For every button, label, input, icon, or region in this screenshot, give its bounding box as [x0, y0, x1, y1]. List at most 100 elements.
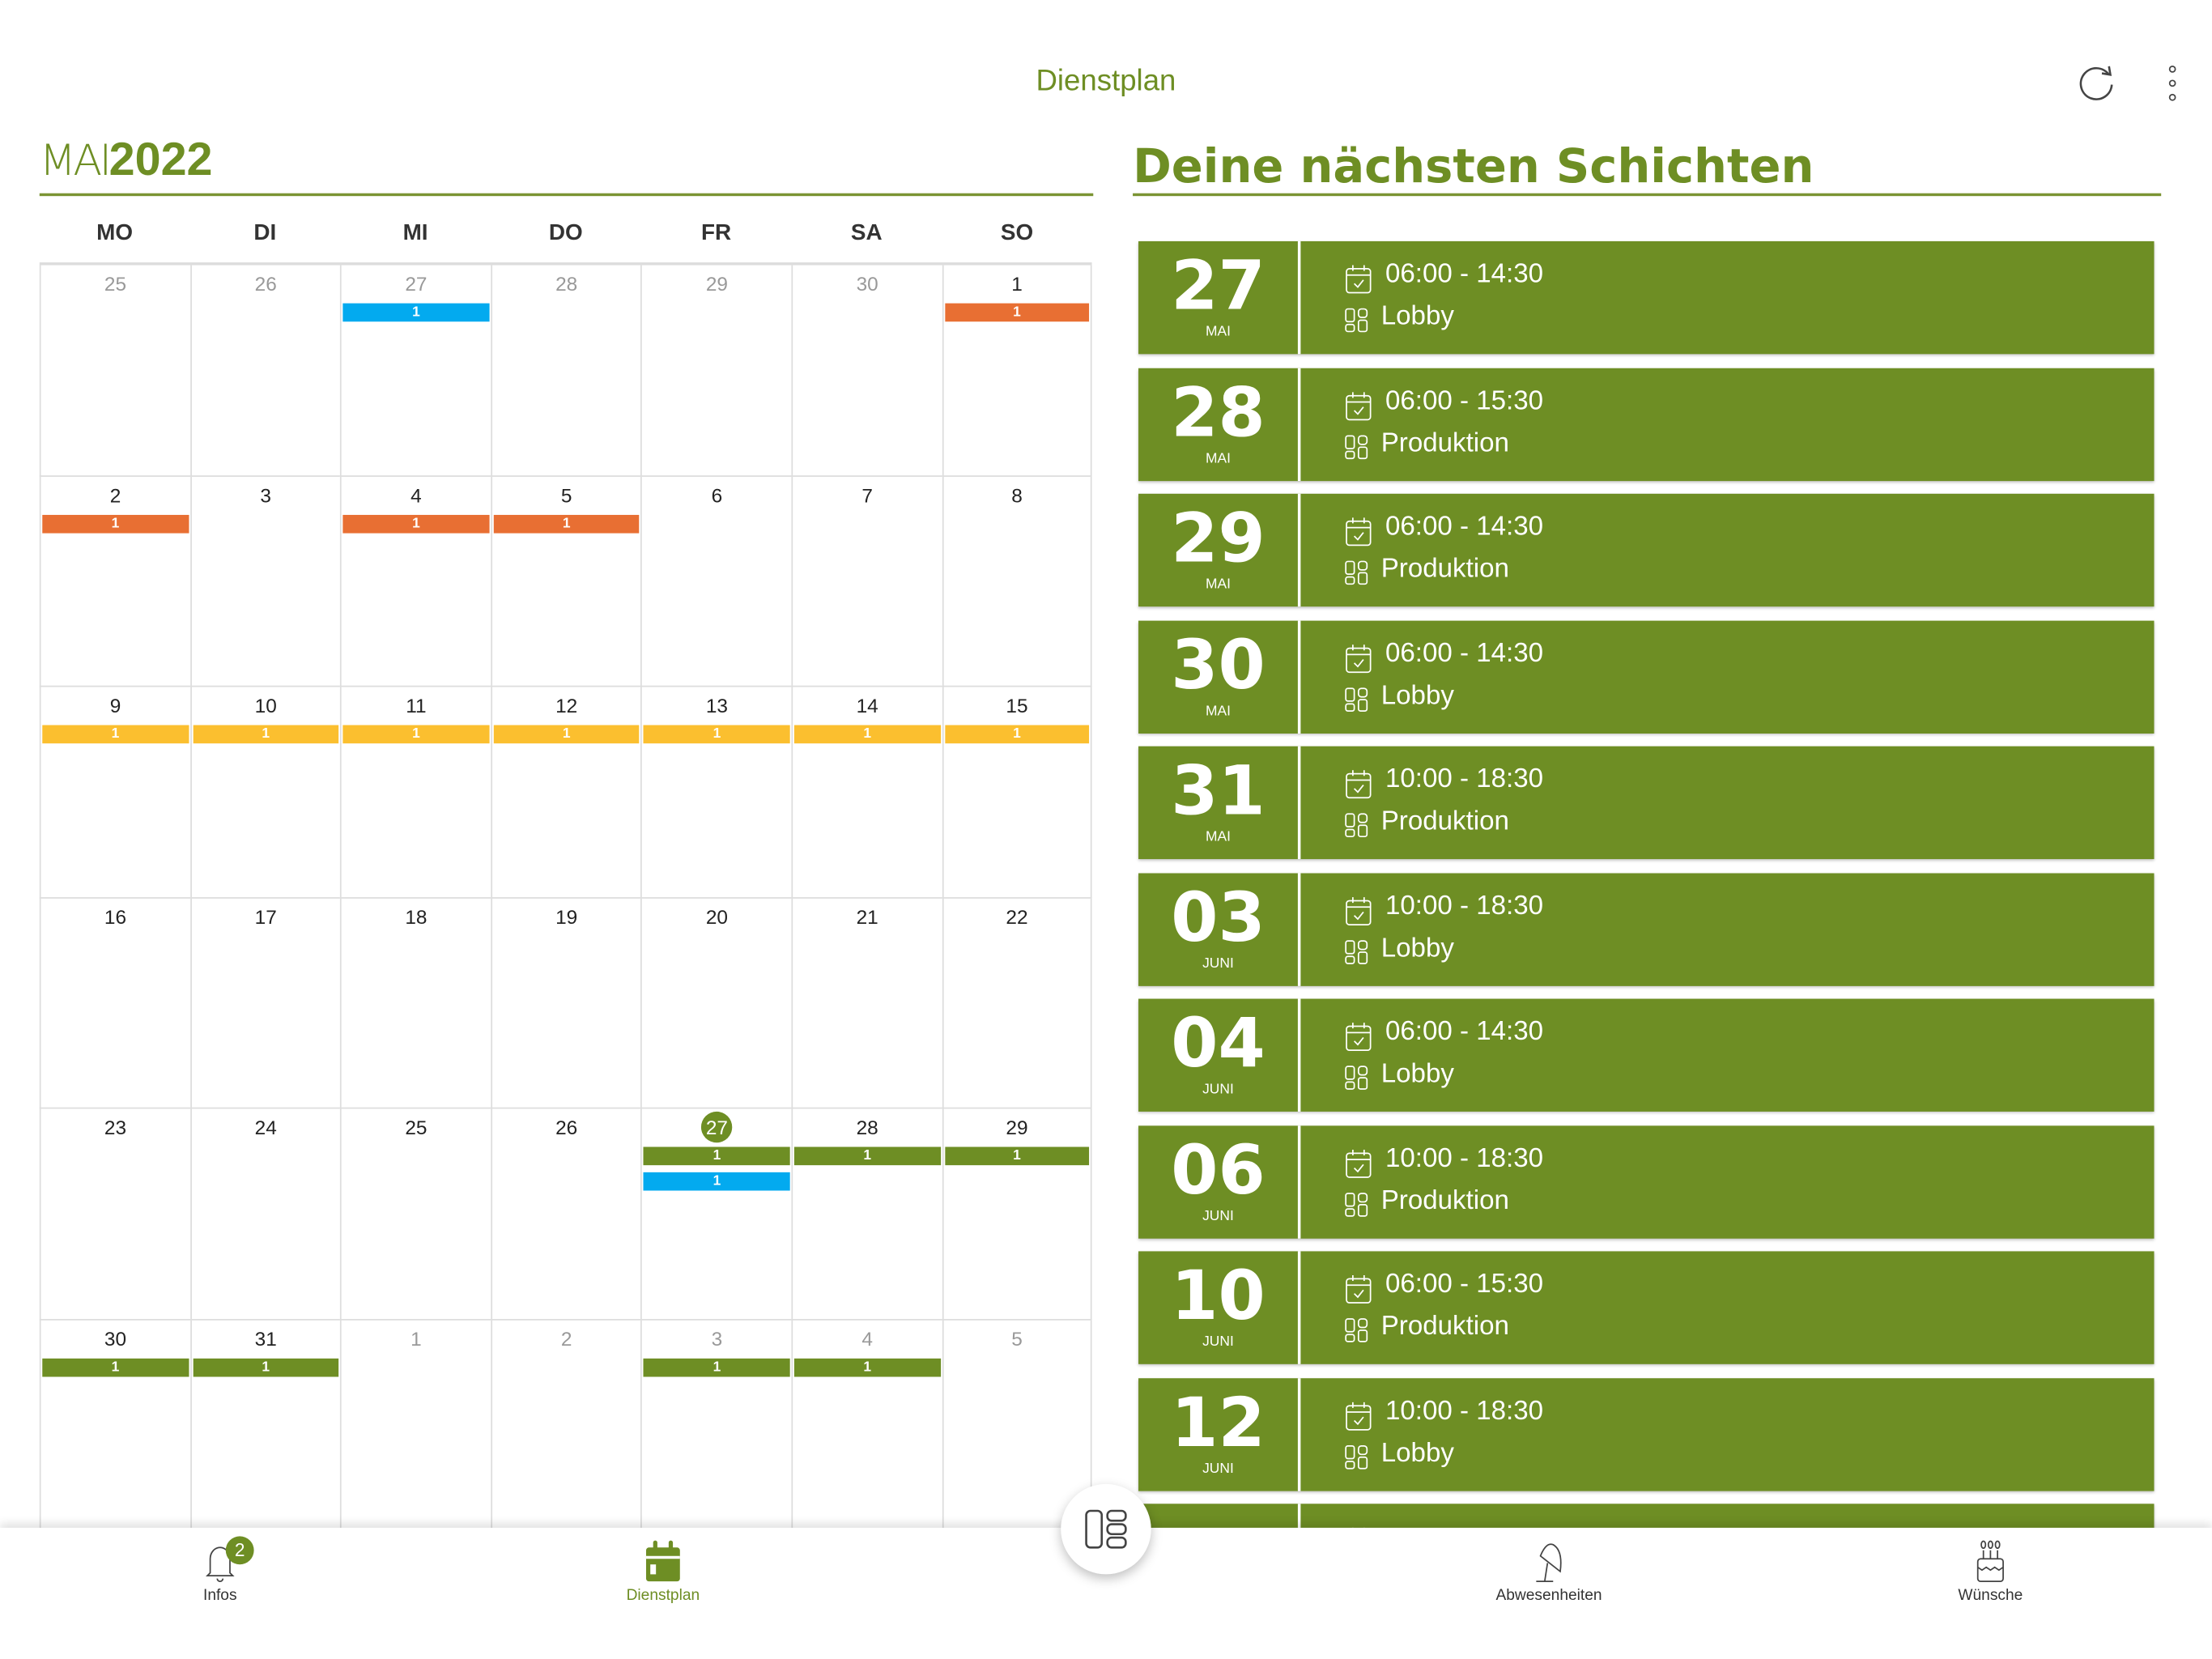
day-number: 1 — [1011, 272, 1023, 296]
calendar-day[interactable]: 20 — [640, 897, 792, 1109]
calendar-grid: 25 26 27 1 28 29 30 1 1 2 1 3 4 1 5 1 6 7 8 9 1 10 1 11 1 12 1 13 1 1… — [39, 262, 1092, 1531]
shift-card[interactable]: 31 MAI 10:00 - 18:30 Produktion — [1138, 746, 2155, 860]
calendar-day[interactable]: 31 — [640, 1319, 792, 1531]
shift-indicator[interactable]: 1 — [42, 725, 189, 744]
calendar-day[interactable]: 18 — [340, 897, 491, 1109]
day-number: 28 — [856, 1116, 878, 1139]
calendar-day[interactable]: 11 1 — [340, 687, 491, 898]
calendar-day[interactable]: 27 1 — [340, 265, 491, 477]
shift-indicator[interactable]: 1 — [644, 725, 790, 744]
calendar-day[interactable]: 41 — [791, 1319, 942, 1531]
shift-indicator[interactable]: 1 — [493, 725, 640, 744]
calendar-day[interactable]: 27 1 1 — [640, 1108, 792, 1320]
calendar-day[interactable]: 25 — [39, 265, 190, 477]
calendar-day[interactable]: 3 — [189, 476, 341, 687]
calendar-day[interactable]: 1 — [340, 1319, 491, 1531]
shift-indicator[interactable]: 1 — [342, 514, 490, 533]
shift-card[interactable]: 06 JUNI 10:00 - 18:30 Produktion — [1138, 1125, 2155, 1238]
nav-dienstplan[interactable]: Dienstplan — [578, 1539, 747, 1604]
day-number: 4 — [861, 1326, 873, 1350]
calendar-day[interactable]: 10 1 — [189, 687, 341, 898]
calendar-day[interactable]: 13 1 — [640, 687, 792, 898]
calendar-day[interactable]: 7 — [791, 476, 942, 687]
shift-indicator[interactable]: 1 — [793, 725, 941, 744]
nav-wuensche[interactable]: Wünsche — [1906, 1539, 2075, 1604]
calendar-check-icon — [1344, 1400, 1372, 1438]
shift-day: 06 — [1171, 1130, 1266, 1210]
calendar-day[interactable]: 23 — [39, 1108, 190, 1320]
shift-card[interactable]: 12 JUNI 10:00 - 18:30 Lobby — [1138, 1377, 2155, 1491]
calendar-day[interactable]: 29 — [640, 265, 792, 477]
calendar-day[interactable]: 31 1 — [189, 1319, 341, 1531]
calendar-day[interactable]: 17 — [189, 897, 341, 1109]
shift-day: 30 — [1171, 625, 1266, 705]
nav-infos[interactable]: Infos — [135, 1539, 304, 1604]
day-number: 4 — [410, 483, 422, 506]
calendar-day[interactable]: 26 — [189, 265, 341, 477]
calendar-day[interactable]: 25 — [340, 1108, 491, 1320]
calendar-day[interactable]: 8 — [942, 476, 1092, 687]
shift-indicator[interactable]: 1 — [644, 1357, 790, 1376]
beach-umbrella-icon — [1536, 1543, 1562, 1582]
shift-indicator[interactable]: 1 — [342, 725, 490, 744]
shift-card[interactable]: 03 JUNI 10:00 - 18:30 Lobby — [1138, 872, 2155, 985]
shift-indicator[interactable]: 1 — [644, 1172, 790, 1191]
calendar-day[interactable]: 6 — [640, 476, 792, 687]
shift-indicator[interactable]: 1 — [944, 303, 1090, 322]
shift-card[interactable]: 30 MAI 06:00 - 14:30 Lobby — [1138, 619, 2155, 734]
calendar-day[interactable]: 91 — [39, 687, 190, 898]
calendar-day[interactable]: 12 1 — [490, 687, 641, 898]
shift-location: Produktion — [1380, 428, 1509, 458]
shift-card[interactable]: 04 JUNI 06:00 - 14:30 Lobby — [1138, 998, 2155, 1112]
calendar-day[interactable]: 24 — [189, 1108, 341, 1320]
grid-view-button[interactable] — [1061, 1483, 1151, 1575]
shift-indicator[interactable]: 1 — [192, 1357, 339, 1376]
shift-indicator[interactable]: 1 — [493, 514, 640, 533]
refresh-icon[interactable] — [2075, 62, 2117, 104]
calendar-day[interactable]: 19 — [490, 897, 641, 1109]
shift-card[interactable]: 28 MAI 06:00 - 15:30 Produktion — [1138, 367, 2155, 481]
nav-abwesenheiten[interactable]: Abwesenheiten — [1465, 1539, 1634, 1604]
calendar-day[interactable]: 26 — [490, 1108, 641, 1320]
shift-month: JUNI — [1202, 1082, 1234, 1098]
more-vertical-icon[interactable] — [2151, 62, 2193, 104]
calendar-day[interactable]: 2 — [490, 1319, 641, 1531]
calendar-day[interactable]: 21 — [791, 897, 942, 1109]
shift-indicator[interactable]: 1 — [793, 1357, 941, 1376]
shift-indicator[interactable]: 1 — [944, 1146, 1090, 1166]
shift-indicator[interactable]: 1 — [793, 1146, 941, 1166]
shift-indicator[interactable]: 1 — [342, 303, 490, 322]
shift-indicator[interactable]: 1 — [192, 725, 339, 744]
weekday-header: DI — [253, 221, 277, 246]
shift-indicator[interactable]: 1 — [42, 514, 189, 533]
day-number: 24 — [254, 1116, 277, 1139]
calendar-check-icon — [1344, 390, 1372, 428]
shift-location: Produktion — [1380, 554, 1509, 585]
shift-location: Produktion — [1380, 1185, 1509, 1215]
calendar-day[interactable]: 16 — [39, 897, 190, 1109]
calendar-day[interactable]: 11 — [942, 265, 1092, 477]
shift-indicator[interactable]: 1 — [644, 1146, 790, 1166]
shift-card[interactable]: 27 MAI 06:00 - 14:30 Lobby — [1138, 240, 2155, 355]
page-title: Dienstplan — [1036, 65, 1176, 98]
calendar-day[interactable]: 14 1 — [791, 687, 942, 898]
shift-card[interactable]: 10 JUNI 06:00 - 15:30 Produktion — [1138, 1251, 2155, 1364]
calendar-day[interactable]: 30 — [791, 265, 942, 477]
shift-day: 10 — [1171, 1257, 1266, 1336]
shift-date: 31 MAI — [1138, 746, 1301, 860]
calendar-day[interactable]: 28 — [490, 265, 641, 477]
calendar-day[interactable]: 41 — [340, 476, 491, 687]
calendar-day[interactable]: 30 1 — [39, 1319, 190, 1531]
shift-indicator[interactable]: 1 — [42, 1357, 189, 1376]
shift-card[interactable]: 29 MAI 06:00 - 14:30 Produktion — [1138, 493, 2155, 607]
shift-location: Lobby — [1380, 301, 1454, 332]
calendar-day[interactable]: 28 1 — [791, 1108, 942, 1320]
calendar-day[interactable]: 21 — [39, 476, 190, 687]
calendar-check-icon — [1344, 643, 1372, 681]
calendar-day[interactable]: 15 1 — [942, 687, 1092, 898]
calendar-day[interactable]: 29 1 — [942, 1108, 1092, 1320]
shift-indicator[interactable]: 1 — [944, 725, 1090, 744]
shift-date: 03 JUNI — [1138, 872, 1301, 985]
calendar-day[interactable]: 22 — [942, 897, 1092, 1109]
calendar-day[interactable]: 51 — [490, 476, 641, 687]
